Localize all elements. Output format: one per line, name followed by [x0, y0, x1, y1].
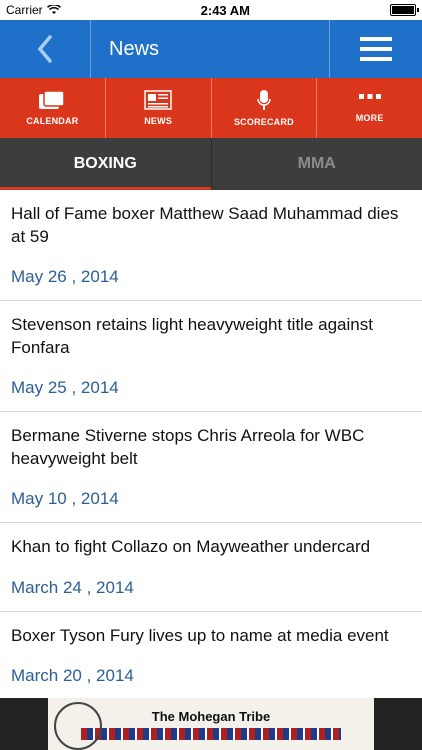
news-headline: Khan to fight Collazo on Mayweather unde… — [11, 537, 371, 556]
scorecard-label: SCORECARD — [233, 117, 294, 127]
wifi-icon — [46, 5, 61, 14]
news-date: May 26 , 2014 — [11, 267, 119, 286]
news-date: May 25 , 2014 — [11, 378, 119, 397]
hamburger-icon — [360, 37, 392, 61]
scorecard-button[interactable]: SCORECARD — [212, 78, 318, 138]
calendar-button[interactable]: CALENDAR — [0, 78, 106, 138]
chevron-left-icon — [37, 35, 52, 63]
news-date: March 20 , 2014 — [11, 666, 134, 685]
carrier-label: Carrier — [6, 3, 43, 17]
tribe-seal-icon — [54, 702, 102, 750]
news-headline: Stevenson retains light heavyweight titl… — [11, 315, 373, 357]
news-headline: Bermane Stiverne stops Chris Arreola for… — [11, 426, 365, 468]
ad-text: The Mohegan Tribe — [151, 708, 271, 724]
battery-icon — [389, 4, 419, 16]
tab-boxing[interactable]: BOXING — [0, 138, 211, 190]
tab-mma[interactable]: MMA — [210, 138, 422, 190]
page-title: News — [109, 37, 160, 60]
news-label: NEWS — [144, 116, 173, 126]
news-item[interactable]: Stevenson retains light heavyweight titl… — [0, 301, 422, 412]
ad-right-panel — [374, 698, 422, 750]
calendar-icon — [39, 90, 66, 109]
news-item[interactable]: Boxer Tyson Fury lives up to name at med… — [0, 612, 422, 698]
ad-banner[interactable]: The Mohegan Tribe — [0, 698, 422, 750]
news-headline: Boxer Tyson Fury lives up to name at med… — [11, 626, 389, 645]
news-item[interactable]: Hall of Fame boxer Matthew Saad Muhammad… — [0, 190, 422, 301]
more-label: MORE — [355, 113, 384, 123]
news-item[interactable]: Khan to fight Collazo on Mayweather unde… — [0, 523, 422, 612]
more-button[interactable]: MORE — [317, 78, 422, 138]
status-bar: Carrier 2:43 AM — [0, 0, 422, 20]
menu-button[interactable] — [329, 20, 422, 78]
more-icon — [358, 94, 381, 99]
ad-left-panel — [0, 698, 48, 750]
back-button[interactable] — [0, 20, 91, 78]
news-list: Hall of Fame boxer Matthew Saad Muhammad… — [0, 190, 422, 698]
news-headline: Hall of Fame boxer Matthew Saad Muhammad… — [11, 204, 399, 246]
toolbar: CALENDAR NEWS SCORECARD MORE — [0, 78, 422, 138]
category-tabs: BOXING MMA — [0, 138, 422, 190]
clock: 2:43 AM — [200, 2, 251, 18]
calendar-label: CALENDAR — [26, 116, 79, 126]
news-date: May 10 , 2014 — [11, 489, 119, 508]
microphone-icon — [257, 90, 271, 110]
newspaper-icon — [144, 90, 172, 110]
news-button[interactable]: NEWS — [106, 78, 212, 138]
navigation-bar: News — [0, 20, 422, 78]
ad-pattern — [80, 727, 342, 740]
ad-content: The Mohegan Tribe — [48, 698, 374, 750]
status-left: Carrier — [6, 3, 61, 17]
news-item[interactable]: Bermane Stiverne stops Chris Arreola for… — [0, 412, 422, 523]
news-date: March 24 , 2014 — [11, 578, 134, 597]
